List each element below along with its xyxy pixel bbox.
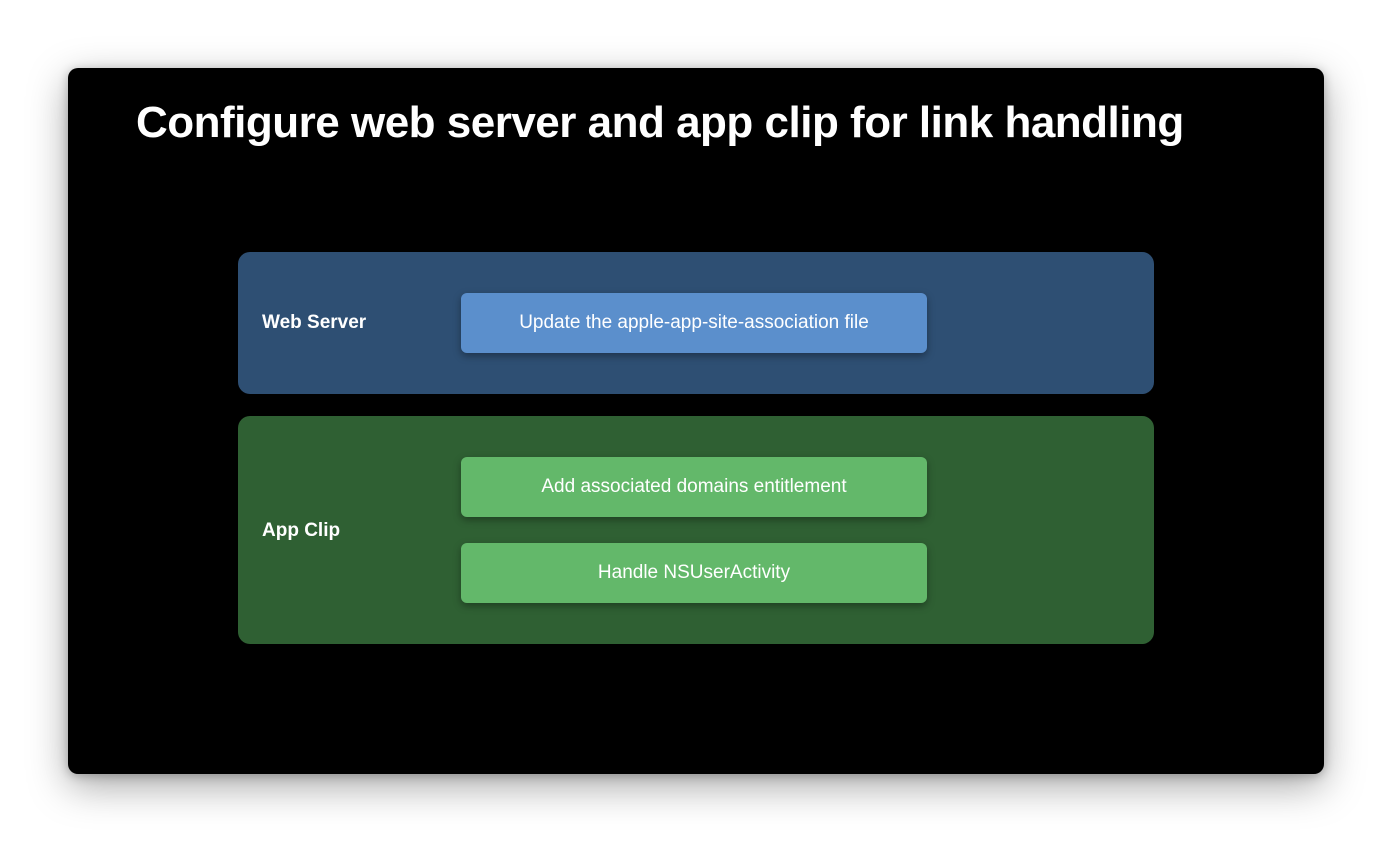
slide-title: Configure web server and app clip for li… xyxy=(136,98,1184,147)
app-clip-panel: App Clip Add associated domains entitlem… xyxy=(238,416,1154,644)
web-server-panel: Web Server Update the apple-app-site-ass… xyxy=(238,252,1154,394)
app-clip-label: App Clip xyxy=(262,520,341,541)
web-server-label: Web Server xyxy=(262,312,367,333)
slide: Configure web server and app clip for li… xyxy=(68,68,1324,774)
update-aasa-step: Update the apple-app-site-association fi… xyxy=(461,293,927,353)
handle-nsuseractivity-step: Handle NSUserActivity xyxy=(461,543,927,603)
associated-domains-step: Add associated domains entitlement xyxy=(461,457,927,517)
